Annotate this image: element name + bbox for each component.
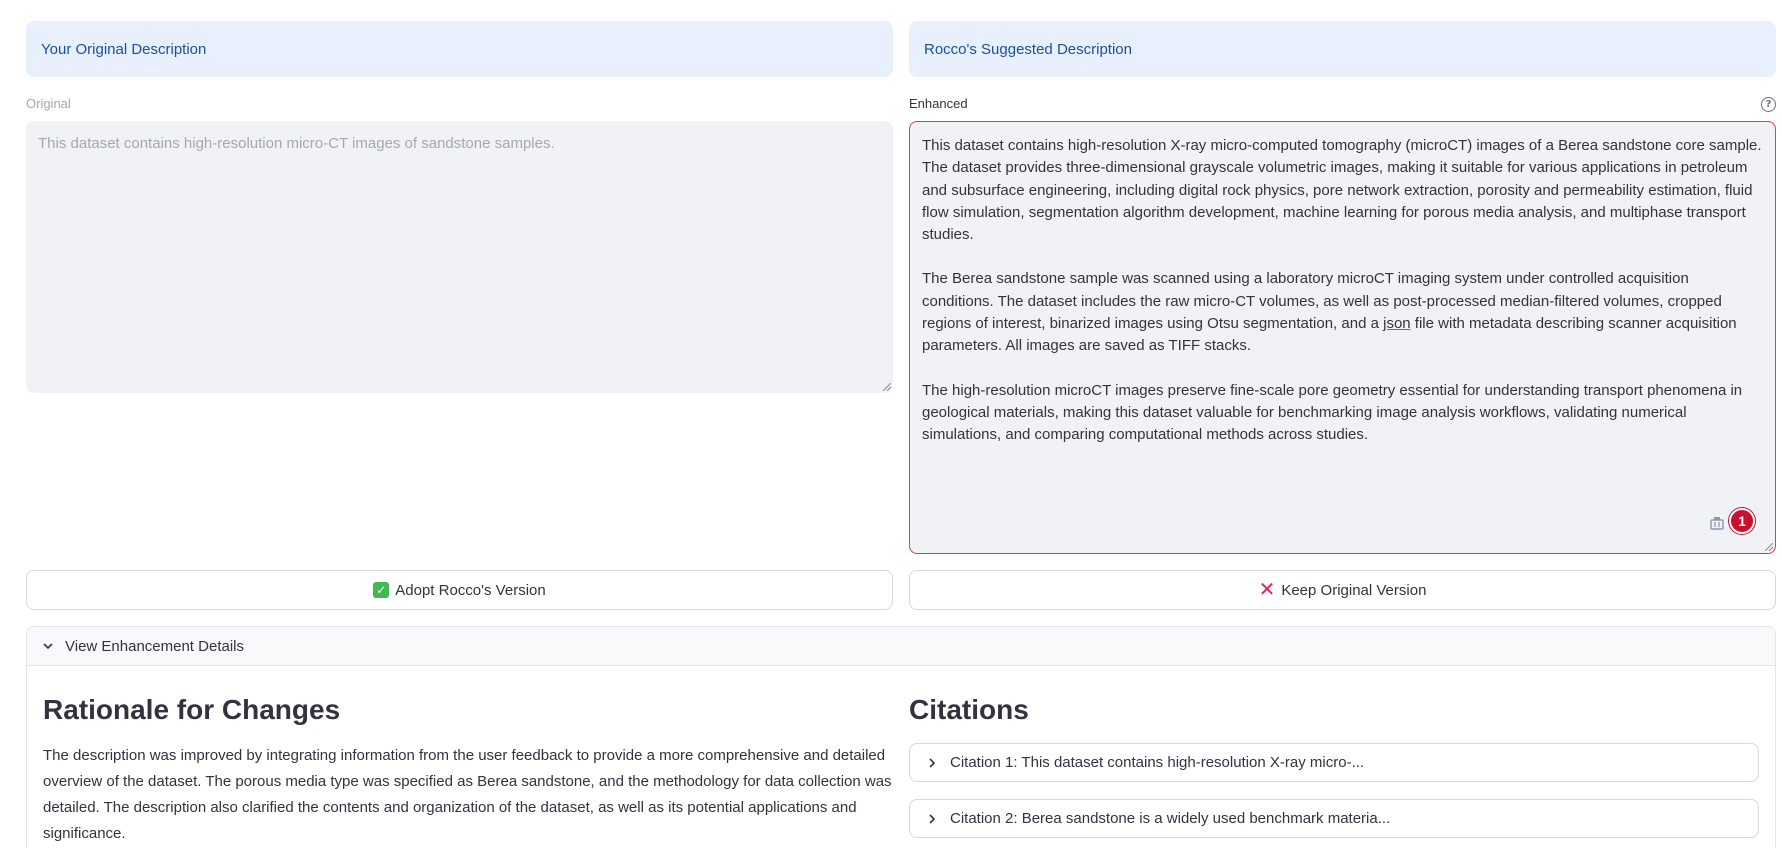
spellcheck-error-badge[interactable]: 1 bbox=[1729, 508, 1755, 534]
expander-toggle[interactable]: View Enhancement Details bbox=[27, 627, 1775, 666]
enhanced-paragraph-3: The high-resolution microCT images prese… bbox=[922, 381, 1743, 444]
cross-mark-icon: ✕ bbox=[1258, 579, 1276, 601]
misspelled-word[interactable]: json bbox=[1383, 315, 1411, 332]
rationale-text: The description was improved by integrat… bbox=[43, 747, 892, 842]
help-icon[interactable]: ? bbox=[1761, 97, 1776, 112]
original-field-label: Original bbox=[26, 96, 71, 111]
original-textarea[interactable]: This dataset contains high-resolution mi… bbox=[26, 121, 893, 393]
suggested-description-header: Rocco's Suggested Description bbox=[909, 21, 1776, 77]
chevron-right-icon bbox=[929, 813, 936, 824]
check-mark-icon: ✓ bbox=[373, 582, 390, 598]
keep-button-label: Keep Original Version bbox=[1281, 581, 1427, 599]
citation-label: Citation 1: This dataset contains high-r… bbox=[950, 754, 1365, 771]
rationale-title: Rationale for Changes bbox=[43, 694, 341, 725]
expander-label: View Enhancement Details bbox=[65, 637, 244, 655]
enhanced-paragraph-2: The Berea sandstone sample was scanned u… bbox=[922, 268, 1763, 357]
extension-icon[interactable] bbox=[1709, 515, 1725, 531]
adopt-button-label: Adopt Rocco's Version bbox=[395, 581, 546, 599]
citation-item-1[interactable]: Citation 1: This dataset contains high-r… bbox=[909, 743, 1759, 782]
resize-handle-icon[interactable] bbox=[883, 383, 891, 391]
enhanced-paragraph-1: This dataset contains high-resolution X-… bbox=[922, 137, 1762, 244]
original-description-header: Your Original Description bbox=[26, 21, 893, 77]
enhanced-textarea[interactable]: This dataset contains high-resolution X-… bbox=[909, 121, 1776, 554]
resize-handle-icon[interactable] bbox=[1765, 543, 1773, 551]
citation-item-2[interactable]: Citation 2: Berea sandstone is a widely … bbox=[909, 799, 1759, 838]
chevron-right-icon bbox=[929, 757, 936, 768]
original-text: This dataset contains high-resolution mi… bbox=[38, 135, 555, 152]
chevron-down-icon bbox=[43, 643, 53, 650]
enhanced-field-label: Enhanced bbox=[909, 96, 968, 111]
citations-title: Citations bbox=[909, 694, 1029, 725]
citation-label: Citation 2: Berea sandstone is a widely … bbox=[950, 810, 1391, 827]
adopt-rocco-version-button[interactable]: ✓ Adopt Rocco's Version bbox=[26, 570, 893, 610]
keep-original-version-button[interactable]: ✕ Keep Original Version bbox=[909, 570, 1776, 610]
